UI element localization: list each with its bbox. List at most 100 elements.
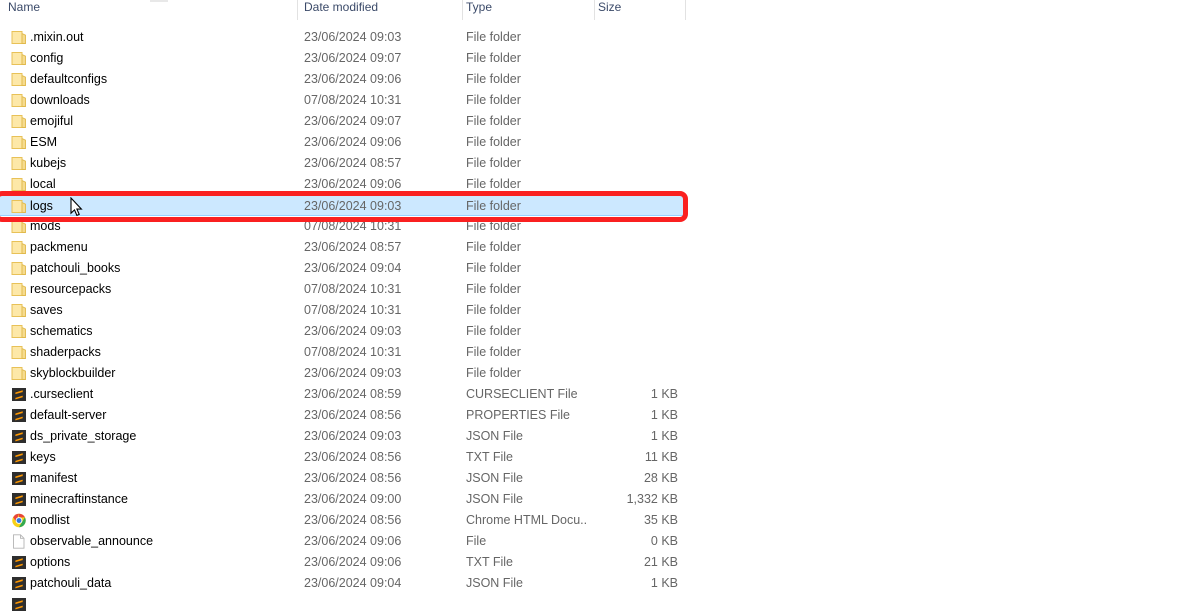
cell-type: JSON File <box>466 576 523 590</box>
cell-date-modified: 23/06/2024 09:07 <box>304 51 402 65</box>
cell-date-modified: 23/06/2024 09:03 <box>304 324 402 338</box>
cell-date-modified: 23/06/2024 08:56 <box>304 513 402 527</box>
cell-date-modified: 07/08/2024 10:31 <box>304 282 402 296</box>
cell-type: JSON File <box>466 429 523 443</box>
cell-type: PROPERTIES File <box>466 408 570 422</box>
cell-size: 1,332 KB <box>626 492 678 506</box>
table-row[interactable]: local 23/06/2024 09:06 File folder <box>0 174 686 195</box>
table-row[interactable]: skyblockbuilder 23/06/2024 09:03 File fold… <box>0 363 686 384</box>
table-row[interactable]: packmenu 23/06/2024 08:57 File folder <box>0 237 686 258</box>
cell-name: options <box>30 555 71 569</box>
cell-size: 0 KB <box>650 534 678 548</box>
column-header-size[interactable]: Size <box>598 0 680 17</box>
table-row[interactable]: schematics 23/06/2024 09:03 File folder <box>0 321 686 342</box>
column-divider-size-end[interactable] <box>685 0 686 20</box>
sublime-text-file-icon <box>11 387 27 402</box>
table-row[interactable]: .curseclient 23/06/2024 08:59 CURSECLIENT … <box>0 384 686 405</box>
file-list: .mixin.out 23/06/2024 09:03 File folder con… <box>0 27 686 615</box>
cell-date-modified: 23/06/2024 09:03 <box>304 199 402 213</box>
table-row[interactable]: default-server 23/06/2024 08:56 PROPERTIES… <box>0 405 686 426</box>
table-row[interactable]: defaultconfigs 23/06/2024 09:06 File folde… <box>0 69 686 90</box>
table-row[interactable]: resourcepacks 07/08/2024 10:31 File folder <box>0 279 686 300</box>
sublime-text-file-icon <box>11 492 27 507</box>
table-row[interactable]: saves 07/08/2024 10:31 File folder <box>0 300 686 321</box>
sublime-text-file-icon <box>11 471 27 486</box>
cell-size <box>596 153 678 174</box>
table-row[interactable]: .mixin.out 23/06/2024 09:03 File folder <box>0 27 686 48</box>
cell-name: keys <box>30 450 56 464</box>
column-header-name[interactable]: Name <box>8 0 293 17</box>
sublime-text-file-icon <box>11 555 27 570</box>
table-row[interactable]: ESM 23/06/2024 09:06 File folder <box>0 132 686 153</box>
cell-type: File folder <box>466 51 521 65</box>
cell-name: default-server <box>30 408 107 422</box>
folder-icon <box>11 93 27 108</box>
cell-type: File folder <box>466 303 521 317</box>
cell-date-modified: 23/06/2024 08:56 <box>304 450 402 464</box>
table-row[interactable]: config 23/06/2024 09:07 File folder <box>0 48 686 69</box>
cell-type: File <box>466 534 487 548</box>
cell-name: minecraftinstance <box>30 492 128 506</box>
cell-size <box>596 196 678 217</box>
cell-size: 11 KB <box>644 450 678 464</box>
cell-name: ESM <box>30 135 58 149</box>
cell-name: local <box>30 177 56 191</box>
cell-size <box>596 48 678 69</box>
column-divider-date-type[interactable] <box>462 0 463 20</box>
table-row[interactable]: manifest 23/06/2024 08:56 JSON File 28 KB <box>0 468 686 489</box>
cell-name: skyblockbuilder <box>30 366 116 380</box>
cell-name: shaderpacks <box>30 345 101 359</box>
cell-date-modified: 23/06/2024 09:04 <box>304 261 402 275</box>
table-row[interactable]: modlist 23/06/2024 08:56 Chrome HTML Docu.… <box>0 510 686 531</box>
cell-date-modified: 23/06/2024 08:56 <box>304 471 402 485</box>
cell-name: modlist <box>30 513 70 527</box>
cell-name: emojiful <box>30 114 74 128</box>
cell-date-modified: 23/06/2024 09:04 <box>304 576 402 590</box>
cell-type: File folder <box>466 282 521 296</box>
table-row[interactable]: observable_announce 23/06/2024 09:06 File 0… <box>0 531 686 552</box>
cell-date-modified: 23/06/2024 08:57 <box>304 156 402 170</box>
cell-name: patchouli_books <box>30 261 121 275</box>
folder-icon <box>11 199 27 214</box>
column-header-date-modified[interactable]: Date modified <box>304 0 456 17</box>
folder-icon <box>11 366 27 381</box>
cell-date-modified: 23/06/2024 08:59 <box>304 387 402 401</box>
table-row[interactable]: shaderpacks 07/08/2024 10:31 File folder <box>0 342 686 363</box>
table-row[interactable]: patchouli_data 23/06/2024 09:04 JSON File 1… <box>0 573 686 594</box>
table-row[interactable]: minecraftinstance 23/06/2024 09:00 JSON Fi… <box>0 489 686 510</box>
table-row[interactable]: options 23/06/2024 09:06 TXT File 21 KB <box>0 552 686 573</box>
table-row[interactable]: ds_private_storage 23/06/2024 09:03 JSON F… <box>0 426 686 447</box>
cell-date-modified: 23/06/2024 09:07 <box>304 114 402 128</box>
folder-icon <box>11 240 27 255</box>
cell-date-modified: 23/06/2024 09:03 <box>304 366 402 380</box>
table-row[interactable]: downloads 07/08/2024 10:31 File folder <box>0 90 686 111</box>
column-header-bar: Name Date modified Type Size <box>0 0 686 20</box>
cell-type: Chrome HTML Docu... <box>466 513 586 527</box>
cell-type: File folder <box>466 156 521 170</box>
cell-name: logs <box>30 199 53 213</box>
cell-size <box>596 90 678 111</box>
cell-name: mods <box>30 219 61 233</box>
cell-type: File folder <box>466 114 521 128</box>
folder-icon <box>11 30 27 45</box>
table-row[interactable]: kubejs 23/06/2024 08:57 File folder <box>0 153 686 174</box>
cell-name: packmenu <box>30 240 88 254</box>
cell-type: File folder <box>466 93 521 107</box>
column-header-type[interactable]: Type <box>466 0 588 17</box>
table-row[interactable] <box>0 594 686 615</box>
folder-icon <box>11 156 27 171</box>
table-row-selected[interactable]: logs 23/06/2024 09:03 File folder <box>0 195 686 216</box>
cell-size <box>596 216 678 237</box>
table-row[interactable]: mods 07/08/2024 10:31 File folder <box>0 216 686 237</box>
cell-type: File folder <box>466 240 521 254</box>
folder-icon <box>11 72 27 87</box>
cell-type: JSON File <box>466 471 523 485</box>
blank-file-icon <box>11 534 27 549</box>
table-row[interactable]: patchouli_books 23/06/2024 09:04 File fold… <box>0 258 686 279</box>
column-divider-type-size[interactable] <box>594 0 595 20</box>
column-divider-name-date[interactable] <box>297 0 298 20</box>
table-row[interactable]: emojiful 23/06/2024 09:07 File folder <box>0 111 686 132</box>
cell-date-modified: 07/08/2024 10:31 <box>304 345 402 359</box>
table-row[interactable]: keys 23/06/2024 08:56 TXT File 11 KB <box>0 447 686 468</box>
cell-date-modified: 23/06/2024 09:00 <box>304 492 402 506</box>
